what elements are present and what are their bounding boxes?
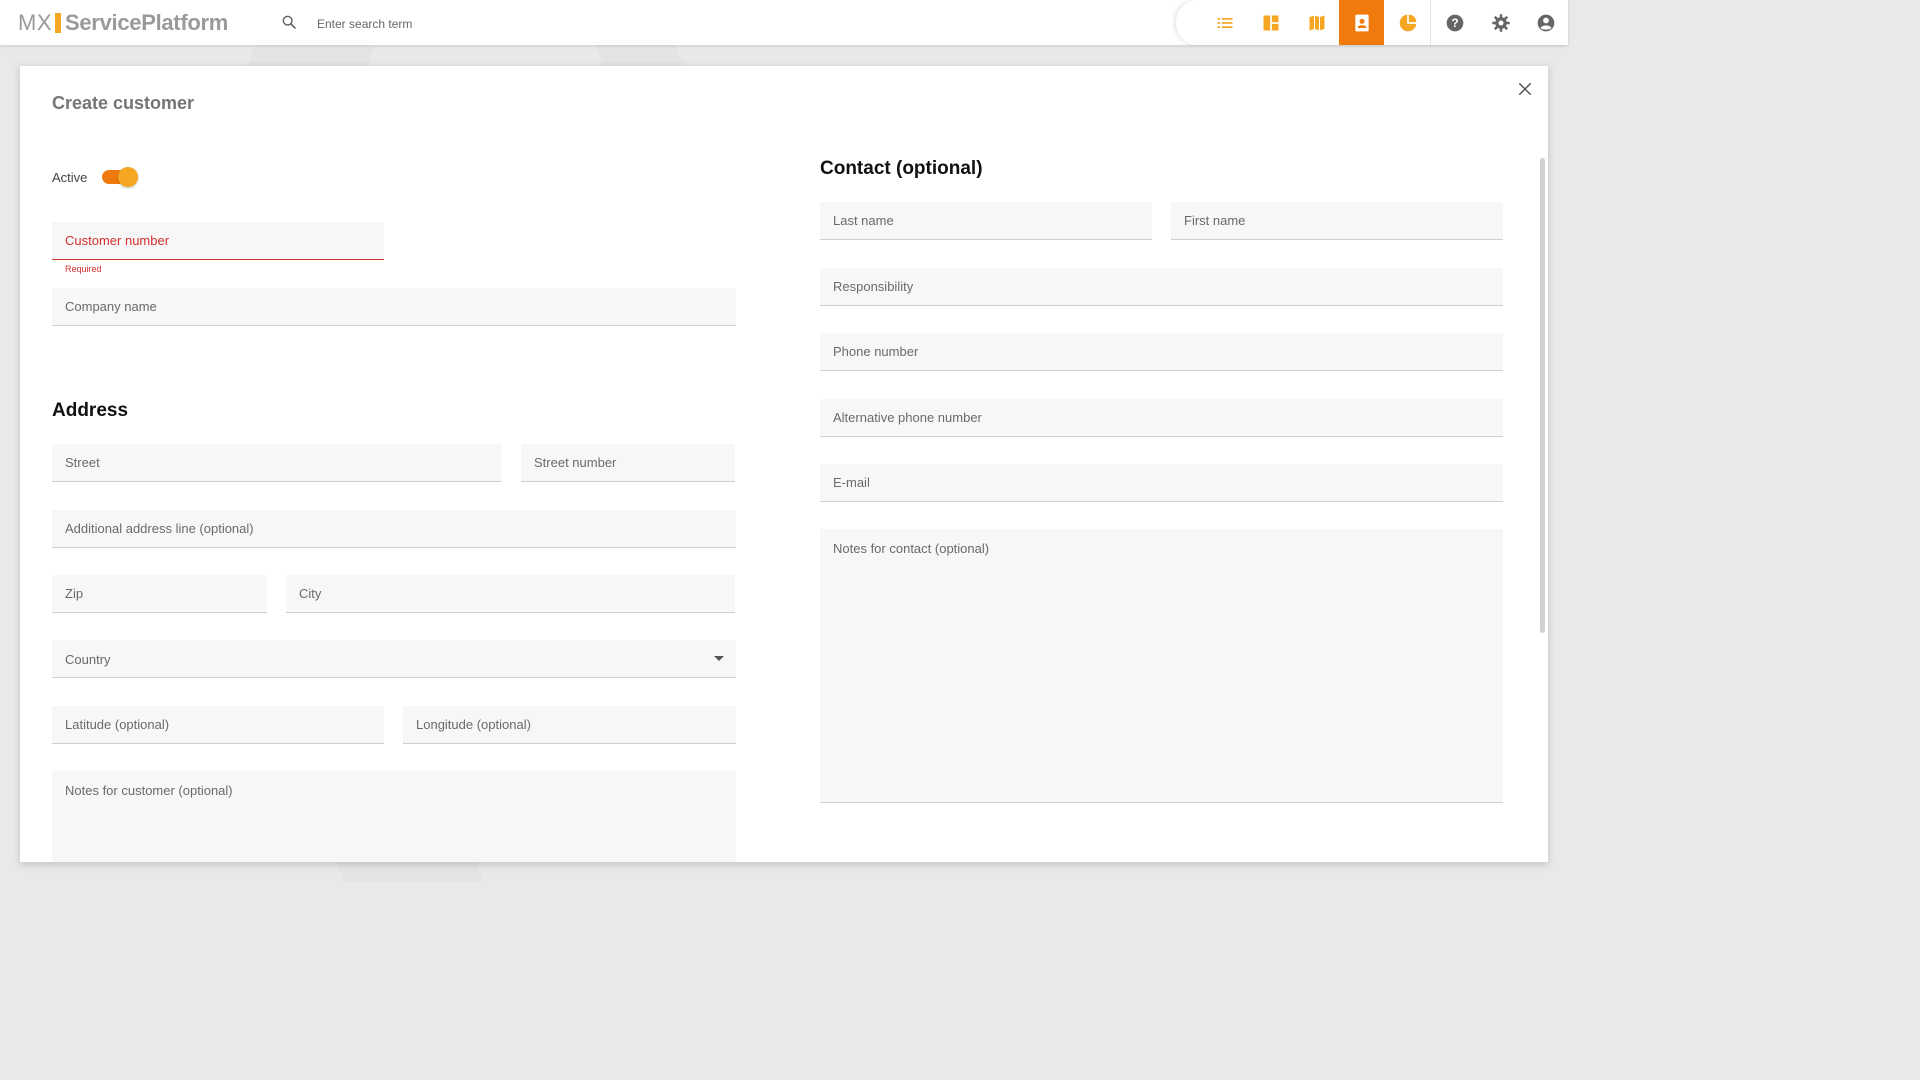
latitude-field[interactable] <box>52 706 384 744</box>
list-icon <box>1217 17 1232 28</box>
nav-settings-button[interactable] <box>1478 0 1523 45</box>
settings-icon <box>1491 13 1510 32</box>
nav-chart-button[interactable] <box>1385 0 1430 45</box>
nav-map-button[interactable] <box>1294 0 1339 45</box>
map-icon <box>1309 15 1324 30</box>
pie-chart-icon <box>1399 14 1416 31</box>
street-field[interactable] <box>52 444 501 482</box>
customer-notes-textarea[interactable] <box>52 771 736 862</box>
active-label: Active <box>52 170 88 185</box>
customer-notes-field[interactable] <box>52 771 736 862</box>
chevron-down-icon[interactable] <box>714 656 724 661</box>
alt-phone-field[interactable] <box>820 399 1503 437</box>
phone-input[interactable] <box>820 333 1503 370</box>
nav-help-button[interactable]: ? <box>1432 0 1477 45</box>
alt-phone-input[interactable] <box>820 399 1503 436</box>
city-field[interactable] <box>286 575 735 613</box>
contact-notes-field[interactable] <box>820 529 1503 803</box>
search-input[interactable] <box>315 12 619 36</box>
account-icon <box>1537 14 1554 31</box>
active-toggle[interactable] <box>102 167 138 187</box>
logo-mx: MX <box>18 10 52 35</box>
country-select[interactable]: Country <box>52 640 736 678</box>
last-name-field[interactable] <box>820 202 1152 240</box>
last-name-input[interactable] <box>820 202 1152 239</box>
logo-name: ServicePlatform <box>65 10 229 35</box>
first-name-input[interactable] <box>1171 202 1503 239</box>
company-name-input[interactable] <box>52 288 736 325</box>
zip-input[interactable] <box>52 575 267 612</box>
search-icon[interactable] <box>281 14 297 30</box>
responsibility-input[interactable] <box>820 268 1503 305</box>
nav-account-button[interactable] <box>1523 0 1568 45</box>
top-bar: MX ServicePlatform Enter search term ? <box>0 0 1568 45</box>
svg-text:?: ? <box>1451 17 1458 30</box>
city-input[interactable] <box>286 575 735 612</box>
phone-field[interactable] <box>820 333 1503 371</box>
nav-divider <box>1430 0 1431 45</box>
contact-notes-textarea[interactable] <box>820 529 1503 802</box>
street-number-field[interactable] <box>521 444 735 482</box>
customer-number-helper: Required <box>65 264 102 274</box>
logo-bar <box>55 13 61 33</box>
create-customer-dialog: Create customer Active Required Address … <box>20 66 1548 862</box>
scrollbar-thumb[interactable] <box>1540 158 1545 633</box>
background-shape <box>336 862 484 882</box>
first-name-field[interactable] <box>1171 202 1503 240</box>
longitude-field[interactable] <box>403 706 736 744</box>
customer-number-input[interactable] <box>52 222 384 259</box>
nav-dashboard-button[interactable] <box>1248 0 1293 45</box>
nav-list-button[interactable] <box>1202 0 1247 45</box>
help-icon: ? <box>1446 14 1463 31</box>
contacts-icon <box>1354 14 1369 31</box>
email-field[interactable] <box>820 464 1503 502</box>
responsibility-field[interactable] <box>820 268 1503 306</box>
contact-title: Contact (optional) <box>820 158 983 179</box>
zip-field[interactable] <box>52 575 267 613</box>
app-logo[interactable]: MX ServicePlatform <box>18 10 228 36</box>
additional-address-field[interactable] <box>52 510 736 548</box>
country-select-label: Country <box>65 652 111 667</box>
close-icon[interactable] <box>1516 80 1534 98</box>
email-input[interactable] <box>820 464 1503 501</box>
customer-number-field[interactable] <box>52 222 384 260</box>
nav-group: ? <box>1176 0 1568 45</box>
toggle-knob <box>118 167 138 187</box>
dialog-title: Create customer <box>52 93 195 113</box>
additional-address-input[interactable] <box>52 510 736 547</box>
latitude-input[interactable] <box>52 706 384 743</box>
longitude-input[interactable] <box>403 706 736 743</box>
street-input[interactable] <box>52 444 501 481</box>
street-number-input[interactable] <box>521 444 735 481</box>
address-title: Address <box>52 400 129 421</box>
company-name-field[interactable] <box>52 288 736 326</box>
dashboard-icon <box>1263 15 1278 30</box>
nav-contacts-button[interactable] <box>1339 0 1384 45</box>
